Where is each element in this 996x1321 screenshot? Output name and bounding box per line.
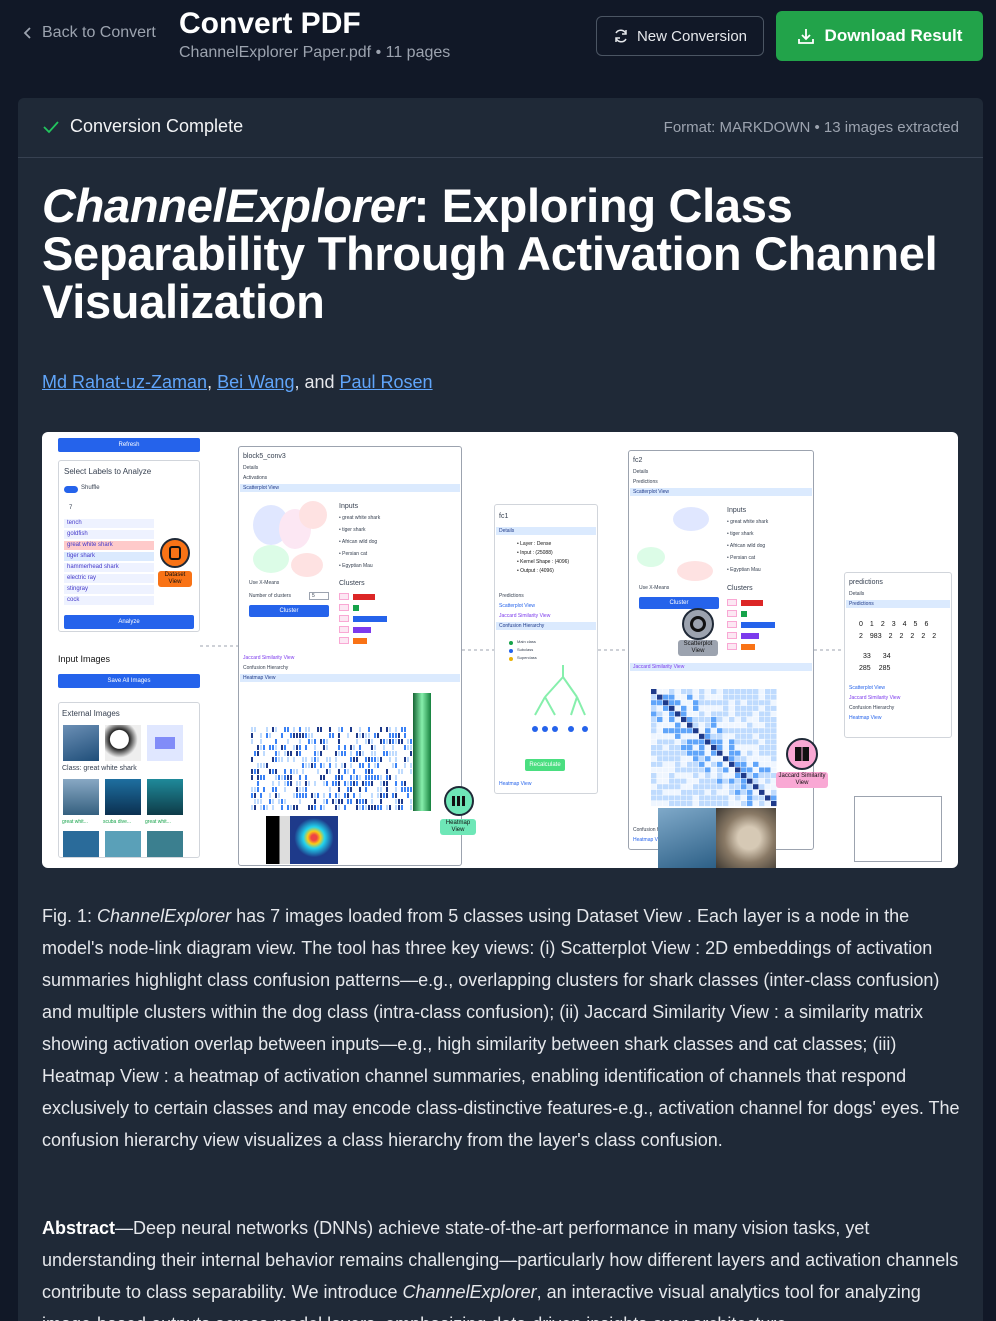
- figure-caption: Fig. 1: ChannelExplorer has 7 images loa…: [42, 900, 962, 1156]
- title-block: Convert PDF ChannelExplorer Paper.pdf • …: [179, 6, 450, 62]
- download-icon: [797, 29, 814, 44]
- author-link[interactable]: Bei Wang: [217, 372, 294, 392]
- images-info: 13 images extracted: [823, 119, 959, 136]
- bullet-separator: •: [814, 119, 824, 136]
- new-conversion-button[interactable]: New Conversion: [596, 16, 764, 56]
- caption-text: has 7 images loaded from 5 classes using…: [42, 906, 960, 1150]
- caption-prefix: Fig. 1:: [42, 906, 98, 926]
- status-info: Format: MARKDOWN • 13 images extracted: [664, 119, 959, 136]
- caption-italic: ChannelExplorer: [97, 906, 232, 926]
- author-separator: , and: [294, 372, 340, 392]
- author-link[interactable]: Md Rahat-uz-Zaman: [42, 372, 207, 392]
- page-count: 11 pages: [385, 44, 451, 61]
- abstract-paragraph: Abstract—Deep neural networks (DNNs) ach…: [42, 1212, 962, 1321]
- result-panel: Conversion Complete Format: MARKDOWN • 1…: [18, 98, 983, 1321]
- document-content: ChannelExplorer: Exploring Class Separab…: [42, 182, 962, 393]
- format-info: Format: MARKDOWN: [663, 119, 811, 136]
- abstract-label: Abstract: [42, 1218, 116, 1238]
- document-title: ChannelExplorer: Exploring Class Separab…: [42, 182, 962, 326]
- author-separator: ,: [207, 372, 218, 392]
- file-name: ChannelExplorer Paper.pdf: [179, 44, 372, 61]
- title-italic: ChannelExplorer: [42, 179, 414, 232]
- status-complete: Conversion Complete: [42, 116, 243, 137]
- download-label: Download Result: [824, 26, 963, 45]
- status-label: Conversion Complete: [70, 116, 244, 136]
- author-list: Md Rahat-uz-Zaman, Bei Wang, and Paul Ro…: [42, 372, 962, 393]
- status-bar: Conversion Complete Format: MARKDOWN • 1…: [18, 98, 983, 158]
- back-to-convert-link[interactable]: Back to Convert: [22, 24, 156, 42]
- back-label: Back to Convert: [42, 24, 156, 41]
- abstract-italic: ChannelExplorer: [402, 1282, 537, 1302]
- bullet-separator: •: [375, 44, 386, 61]
- top-header: Back to Convert Convert PDF ChannelExplo…: [0, 0, 996, 80]
- file-subtitle: ChannelExplorer Paper.pdf • 11 pages: [179, 44, 450, 62]
- new-conversion-label: New Conversion: [636, 27, 748, 45]
- download-result-button[interactable]: Download Result: [776, 11, 983, 61]
- refresh-icon: [615, 29, 627, 43]
- fig-connectors: [200, 645, 844, 651]
- page-title: Convert PDF: [179, 7, 361, 40]
- figure-image: Refresh Select Labels to Analyze Shuffle…: [42, 432, 958, 868]
- checkmark-icon: [43, 120, 59, 133]
- author-link[interactable]: Paul Rosen: [340, 372, 433, 392]
- chevron-left-icon: [23, 27, 31, 39]
